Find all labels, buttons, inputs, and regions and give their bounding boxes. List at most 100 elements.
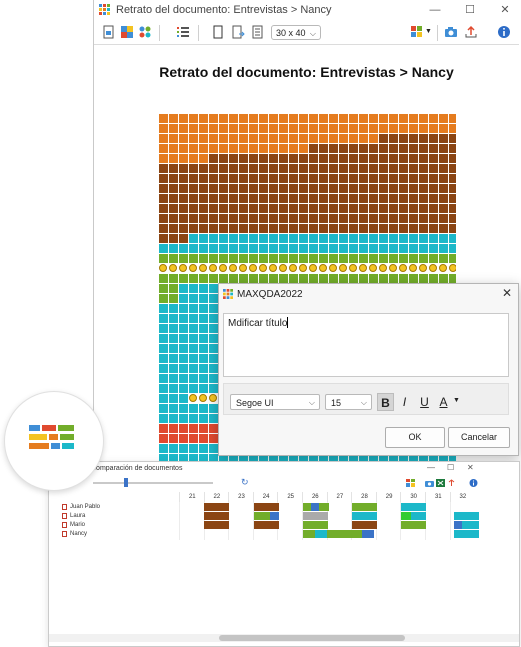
document-segment[interactable] — [454, 530, 479, 538]
document-segment[interactable] — [270, 512, 279, 520]
document-segment[interactable] — [254, 503, 279, 511]
document-segment[interactable] — [401, 512, 411, 520]
info-icon[interactable] — [469, 479, 478, 487]
close-button[interactable]: ✕ — [467, 463, 474, 472]
bold-button[interactable]: B — [377, 393, 394, 411]
export-icon[interactable] — [447, 479, 456, 487]
camera-icon[interactable] — [425, 479, 434, 487]
maximize-button[interactable]: ☐ — [447, 463, 454, 472]
document-segment[interactable] — [401, 521, 426, 529]
maxqda-app-icon — [223, 289, 233, 299]
logo-bar — [62, 443, 74, 449]
document-segment[interactable] — [311, 503, 319, 511]
portrait-cell — [379, 214, 388, 223]
portrait-cell — [219, 274, 228, 283]
document-image-icon[interactable] — [102, 25, 116, 39]
dots-icon[interactable] — [138, 25, 152, 39]
grid-size-select[interactable]: 30 x 40 ⌵ — [271, 25, 321, 40]
horizontal-scrollbar[interactable] — [49, 634, 519, 642]
document-segment[interactable] — [352, 521, 377, 529]
smiley-icon — [229, 264, 237, 272]
cancel-button[interactable]: Cancelar — [448, 427, 510, 448]
page-portrait-icon[interactable] — [211, 25, 225, 39]
portrait-cell — [269, 254, 278, 263]
document-segment[interactable] — [204, 521, 229, 529]
refresh-icon[interactable]: ↻ — [241, 477, 249, 488]
document-segment[interactable] — [401, 503, 426, 511]
title-text-input[interactable]: Mdificar título — [223, 313, 509, 377]
portrait-cell — [199, 404, 208, 413]
portrait-cell — [189, 354, 198, 363]
portrait-cell — [359, 174, 368, 183]
underline-button[interactable]: U — [416, 393, 433, 411]
document-segment[interactable] — [462, 521, 479, 529]
portrait-cell — [209, 334, 218, 343]
document-row-name[interactable]: Juan Pablo — [70, 503, 100, 511]
smiley-icon — [329, 264, 337, 272]
document-segment[interactable] — [411, 512, 426, 520]
portrait-cell — [209, 154, 218, 163]
document-segment[interactable] — [319, 503, 329, 511]
document-segment[interactable] — [362, 530, 374, 538]
portrait-cell — [159, 144, 168, 153]
color-scheme-icon[interactable] — [406, 479, 415, 487]
color-image-icon[interactable] — [120, 25, 134, 39]
portrait-cell — [209, 204, 218, 213]
column-header: 28 — [351, 492, 377, 502]
portrait-cell — [419, 234, 428, 243]
scrollbar-thumb[interactable] — [219, 635, 405, 641]
document-segment[interactable] — [204, 503, 229, 511]
maximize-button[interactable]: ☐ — [459, 2, 481, 18]
document-segment[interactable] — [352, 512, 377, 520]
document-segment[interactable] — [303, 512, 328, 520]
portrait-cell — [249, 194, 258, 203]
document-row-name[interactable]: Nancy — [70, 530, 87, 538]
minimize-button[interactable]: — — [427, 463, 435, 472]
info-icon[interactable] — [497, 25, 511, 39]
portrait-cell — [209, 354, 218, 363]
document-segment[interactable] — [454, 521, 462, 529]
color-scheme-icon[interactable] — [410, 25, 424, 39]
document-row-name[interactable]: Laura — [70, 512, 85, 520]
camera-icon[interactable] — [444, 25, 458, 39]
page-lines-icon[interactable] — [251, 25, 265, 39]
list-icon[interactable] — [176, 25, 190, 39]
portrait-cell — [349, 254, 358, 263]
document-segment[interactable] — [327, 530, 362, 538]
portrait-cell — [219, 134, 228, 143]
font-size-select[interactable]: 15 ⌵ — [325, 394, 372, 410]
ok-button[interactable]: OK — [385, 427, 445, 448]
zoom-slider[interactable] — [93, 482, 213, 484]
portrait-cell — [399, 154, 408, 163]
portrait-cell — [279, 194, 288, 203]
page-export-icon[interactable] — [231, 25, 245, 39]
document-segment[interactable] — [352, 503, 377, 511]
document-segment[interactable] — [303, 530, 315, 538]
document-segment[interactable] — [454, 512, 479, 520]
zoom-slider-thumb[interactable] — [124, 478, 128, 487]
close-button[interactable]: ✕ — [494, 2, 516, 18]
document-segment[interactable] — [204, 512, 229, 520]
dropdown-arrow-icon[interactable]: ▼ — [453, 397, 460, 404]
document-segment[interactable] — [254, 521, 279, 529]
portrait-cell — [429, 184, 438, 193]
document-segment[interactable] — [315, 530, 327, 538]
font-color-button[interactable]: A — [435, 393, 452, 411]
minimize-button[interactable]: — — [424, 2, 446, 18]
portrait-cell — [289, 254, 298, 263]
smiley-icon — [429, 264, 437, 272]
italic-button[interactable]: I — [396, 393, 413, 411]
portrait-cell — [309, 144, 318, 153]
dialog-close-button[interactable]: ✕ — [502, 286, 512, 300]
portrait-cell — [179, 124, 188, 133]
document-segment[interactable] — [254, 512, 270, 520]
dropdown-arrow-icon[interactable]: ▼ — [425, 28, 432, 35]
font-family-select[interactable]: Segoe UI ⌵ — [230, 394, 320, 410]
export-icon[interactable] — [464, 25, 478, 39]
excel-export-icon[interactable] — [436, 479, 445, 487]
portrait-cell — [409, 224, 418, 233]
document-segment[interactable] — [303, 521, 328, 529]
portrait-cell — [239, 274, 248, 283]
portrait-cell — [329, 254, 338, 263]
document-row-name[interactable]: Mario — [70, 521, 85, 529]
